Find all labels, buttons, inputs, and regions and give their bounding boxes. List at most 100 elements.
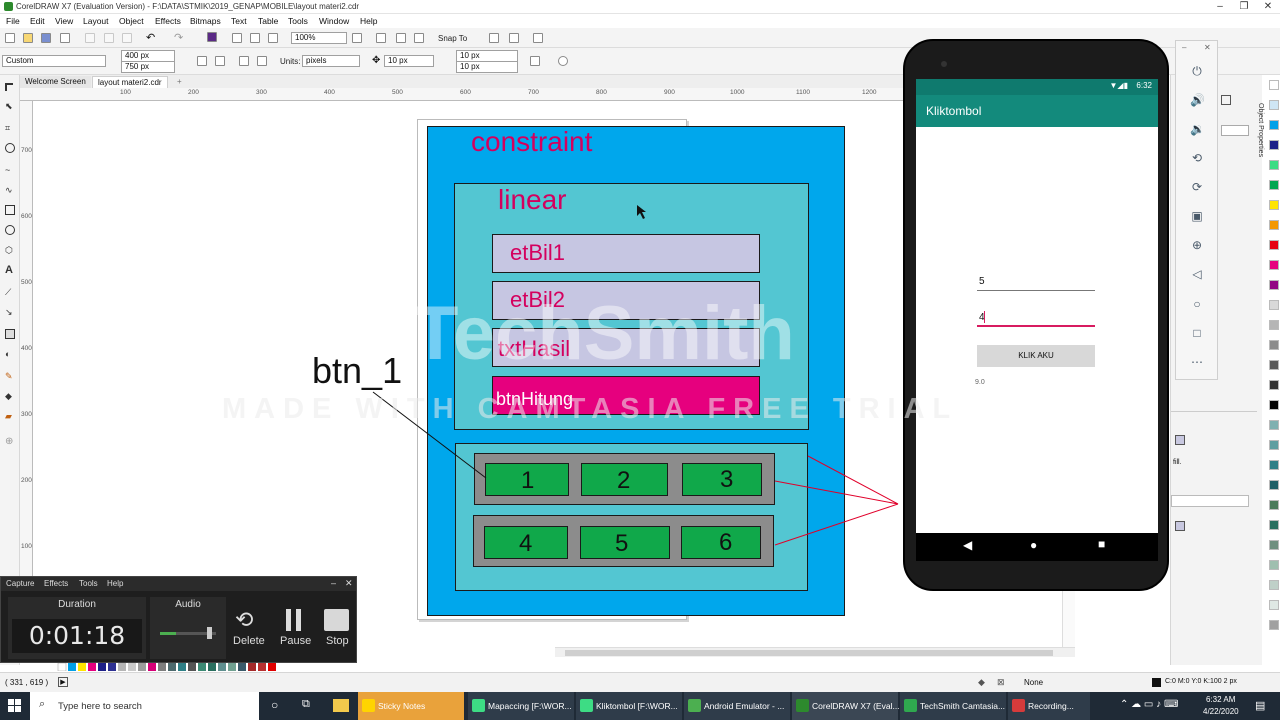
delete-icon[interactable]: ⟲ xyxy=(235,607,253,633)
menu-bitmaps[interactable]: Bitmaps xyxy=(190,16,221,26)
page-height-field[interactable]: 750 px xyxy=(121,61,175,73)
back-icon[interactable]: ◁ xyxy=(1190,267,1204,281)
palette-swatch[interactable] xyxy=(1269,540,1279,550)
taskbar-kliktombol[interactable]: Kliktombol [F:\WOR... xyxy=(576,692,682,720)
duplicate-y-field[interactable]: 10 px xyxy=(456,61,518,73)
palette-swatch[interactable] xyxy=(1269,260,1279,270)
more-icon[interactable]: ⋯ xyxy=(1190,355,1204,369)
palette-swatch[interactable] xyxy=(1269,360,1279,370)
palette-swatch[interactable] xyxy=(1269,440,1279,450)
horizontal-scroll-thumb[interactable] xyxy=(565,650,1053,656)
file-explorer-icon[interactable] xyxy=(333,699,349,712)
palette-swatch[interactable] xyxy=(1269,160,1279,170)
delete-button[interactable]: Delete xyxy=(233,635,265,647)
snap-to-dropdown[interactable]: Snap To xyxy=(438,34,467,43)
quick-customize-icon[interactable]: ⊕ xyxy=(5,437,15,447)
pause-icon-bar-left[interactable] xyxy=(286,609,291,631)
add-icon[interactable] xyxy=(558,56,568,66)
fill-swatch-icon[interactable] xyxy=(1175,435,1185,445)
print-icon[interactable] xyxy=(60,33,70,43)
grid-button-5[interactable]: 5 xyxy=(580,526,670,559)
freehand-tool-icon[interactable]: ~ xyxy=(5,165,15,175)
units-select[interactable]: pixels xyxy=(302,55,360,67)
palette-swatch[interactable] xyxy=(1269,80,1279,90)
menu-edit[interactable]: Edit xyxy=(30,16,45,26)
smart-fill-tool-icon[interactable]: ▰ xyxy=(5,411,15,421)
cortana-icon[interactable]: ○ xyxy=(271,698,278,712)
show-rulers-icon[interactable] xyxy=(376,33,386,43)
docker-dropdown[interactable] xyxy=(1171,495,1249,507)
save-icon[interactable] xyxy=(41,33,51,43)
palette-swatch[interactable] xyxy=(1269,300,1279,310)
current-page-icon[interactable] xyxy=(257,56,267,66)
palette-swatch[interactable] xyxy=(1269,280,1279,290)
full-screen-icon[interactable] xyxy=(352,33,362,43)
grid-button-3[interactable]: 3 xyxy=(682,463,762,496)
palette-swatch[interactable] xyxy=(1269,620,1279,630)
show-grid-icon[interactable] xyxy=(396,33,406,43)
copy-icon[interactable] xyxy=(104,33,114,43)
outline-swatch-icon[interactable] xyxy=(1175,521,1185,531)
connector-tool-icon[interactable]: ↘ xyxy=(5,307,15,317)
start-windows-icon[interactable] xyxy=(8,699,22,713)
palette-swatch[interactable] xyxy=(1269,480,1279,490)
stop-button[interactable]: Stop xyxy=(326,635,349,647)
drop-shadow-tool-icon[interactable] xyxy=(5,329,15,339)
portrait-icon[interactable] xyxy=(197,56,207,66)
search-content-icon[interactable] xyxy=(207,32,217,42)
palette-swatches[interactable] xyxy=(28,662,358,672)
add-tab-icon[interactable]: + xyxy=(172,76,187,88)
tab-layout-materi2[interactable]: layout materi2.cdr xyxy=(92,76,168,88)
camera-icon[interactable]: ▣ xyxy=(1190,209,1204,223)
etbil1-field-box[interactable]: etBil1 xyxy=(492,234,760,273)
recorder-menu-tools[interactable]: Tools xyxy=(79,579,98,588)
nav-back-icon[interactable]: ◀ xyxy=(963,538,972,552)
taskbar-mapaccing[interactable]: Mapaccing [F:\WOR... xyxy=(468,692,574,720)
palette-swatch[interactable] xyxy=(1269,460,1279,470)
input1-value[interactable]: 5 xyxy=(979,276,985,287)
recorder-menu-capture[interactable]: Capture xyxy=(6,579,34,588)
rotate-right-icon[interactable]: ⟳ xyxy=(1190,180,1204,194)
nav-home-icon[interactable]: ● xyxy=(1030,538,1037,552)
palette-swatch[interactable] xyxy=(1269,240,1279,250)
menu-view[interactable]: View xyxy=(55,16,73,26)
interactive-fill-tool-icon[interactable]: ◆ xyxy=(5,391,15,401)
zoom-tool-icon[interactable] xyxy=(5,143,15,153)
crop-tool-icon[interactable]: ⌗ xyxy=(5,123,15,133)
menu-text[interactable]: Text xyxy=(231,16,247,26)
rotate-left-icon[interactable]: ⟲ xyxy=(1190,151,1204,165)
volume-up-icon[interactable]: 🔊 xyxy=(1190,93,1205,107)
home-icon[interactable]: ○ xyxy=(1190,297,1204,311)
polygon-tool-icon[interactable]: ⬡ xyxy=(5,245,15,255)
nudge-distance-field[interactable]: 10 px xyxy=(384,55,434,67)
palette-swatch[interactable] xyxy=(1269,320,1279,330)
klik-aku-button[interactable]: KLIK AKU xyxy=(977,345,1095,367)
welcome-screen-icon[interactable] xyxy=(533,33,543,43)
menu-tools[interactable]: Tools xyxy=(288,16,308,26)
minimize-icon[interactable]: – xyxy=(1212,0,1228,14)
nav-recents-icon[interactable]: ■ xyxy=(1098,537,1105,551)
open-icon[interactable] xyxy=(23,33,33,43)
undo-icon[interactable]: ↶ xyxy=(146,33,156,44)
overview-icon[interactable]: □ xyxy=(1190,326,1204,340)
grid-button-1[interactable]: 1 xyxy=(485,463,569,496)
notifications-icon[interactable]: ▤ xyxy=(1255,699,1265,712)
transparency-tool-icon[interactable]: ◐ xyxy=(5,349,15,359)
menu-layout[interactable]: Layout xyxy=(83,16,109,26)
redo-icon[interactable]: ↷ xyxy=(174,33,184,44)
new-icon[interactable] xyxy=(5,33,15,43)
grid-button-6[interactable]: 6 xyxy=(681,526,761,559)
application-launcher-icon[interactable] xyxy=(509,33,519,43)
treat-as-filled-icon[interactable] xyxy=(530,56,540,66)
palette-swatch[interactable] xyxy=(1269,120,1279,130)
docker-select[interactable] xyxy=(1221,125,1249,136)
emulator-close-icon[interactable]: ✕ xyxy=(1204,43,1211,52)
task-view-icon[interactable]: ⧉ xyxy=(302,698,310,711)
palette-swatch[interactable] xyxy=(1269,180,1279,190)
palette-swatch[interactable] xyxy=(1269,500,1279,510)
play-icon[interactable]: ▶ xyxy=(58,677,68,687)
text-tool-icon[interactable]: A xyxy=(5,265,15,276)
zoom-level-field[interactable]: 100% xyxy=(291,32,347,44)
artistic-media-tool-icon[interactable]: ∿ xyxy=(5,185,15,195)
restore-icon[interactable]: ❐ xyxy=(1236,0,1252,14)
